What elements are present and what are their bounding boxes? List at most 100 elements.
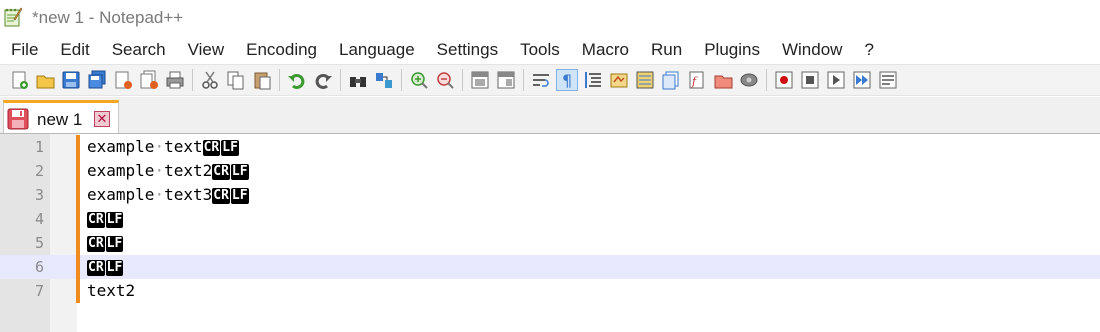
editor-line[interactable]: 1 example·textCR LF xyxy=(0,135,1100,159)
new-file-button[interactable] xyxy=(8,69,30,91)
zoom-in-button[interactable] xyxy=(408,69,430,91)
change-history-marker xyxy=(76,231,80,255)
save-macro-icon xyxy=(878,70,898,90)
text-segment: text2 xyxy=(164,161,213,180)
editor-line[interactable]: 2 example·text2CR LF xyxy=(0,159,1100,183)
eol-marker-lf: LF xyxy=(105,260,124,276)
menu-plugins[interactable]: Plugins xyxy=(693,38,771,62)
indent-guide-button[interactable] xyxy=(582,69,604,91)
line-number: 3 xyxy=(34,186,44,204)
editor-line[interactable]: 3 example·text3CR LF xyxy=(0,183,1100,207)
find-button[interactable] xyxy=(347,69,369,91)
line-text[interactable]: example·text2CR LF xyxy=(87,159,250,183)
run-macro-multiple-icon xyxy=(852,70,872,90)
playback-macro-button[interactable] xyxy=(825,69,847,91)
user-language-button[interactable] xyxy=(608,69,630,91)
text-segment: example xyxy=(87,185,155,204)
replace-icon xyxy=(374,70,394,90)
word-wrap-icon xyxy=(531,70,551,90)
new-file-icon xyxy=(9,70,29,90)
save-button[interactable] xyxy=(60,69,82,91)
menu-run[interactable]: Run xyxy=(640,38,693,62)
menu-language[interactable]: Language xyxy=(328,38,426,62)
undo-button[interactable] xyxy=(286,69,308,91)
copy-button[interactable] xyxy=(225,69,247,91)
open-file-button[interactable] xyxy=(34,69,56,91)
sync-vertical-button[interactable] xyxy=(469,69,491,91)
line-text[interactable]: text2 xyxy=(87,279,135,303)
sync-horizontal-button[interactable] xyxy=(495,69,517,91)
line-number: 2 xyxy=(34,162,44,180)
line-text[interactable]: example·text3CR LF xyxy=(87,183,250,207)
toolbar-separator xyxy=(766,69,767,91)
notepadpp-app-icon xyxy=(4,7,22,27)
save-all-button[interactable] xyxy=(86,69,108,91)
document-map-button[interactable] xyxy=(634,69,656,91)
print-button[interactable] xyxy=(164,69,186,91)
line-number: 4 xyxy=(34,210,44,228)
paste-button[interactable] xyxy=(251,69,273,91)
function-list-button[interactable]: f xyxy=(686,69,708,91)
redo-button[interactable] xyxy=(312,69,334,91)
show-all-characters-button[interactable]: ¶ xyxy=(556,69,578,91)
run-macro-multiple-button[interactable] xyxy=(851,69,873,91)
editor-line[interactable]: 6 CR LF xyxy=(0,255,1100,279)
folder-as-workspace-button[interactable] xyxy=(712,69,734,91)
close-button[interactable] xyxy=(112,69,134,91)
tab-bar: new 1 ✕ xyxy=(0,97,1100,134)
close-all-button[interactable] xyxy=(138,69,160,91)
editor-line[interactable]: 5 CR LF xyxy=(0,231,1100,255)
toolbar: ¶ f xyxy=(0,64,1100,96)
menu-help[interactable]: ? xyxy=(853,38,884,62)
editor-line[interactable]: 4 CR LF xyxy=(0,207,1100,231)
eol-marker-cr: CR xyxy=(212,164,230,180)
word-wrap-button[interactable] xyxy=(530,69,552,91)
menu-search[interactable]: Search xyxy=(101,38,177,62)
save-macro-button[interactable] xyxy=(877,69,899,91)
menu-tools[interactable]: Tools xyxy=(509,38,571,62)
tab-new-1[interactable]: new 1 ✕ xyxy=(3,100,119,134)
eol-marker-cr: CR xyxy=(87,236,105,252)
cut-icon xyxy=(200,70,220,90)
close-tab-icon[interactable]: ✕ xyxy=(94,111,110,127)
eol-marker-lf: LF xyxy=(221,140,239,156)
line-text[interactable]: CR LF xyxy=(87,255,124,279)
record-macro-button[interactable] xyxy=(773,69,795,91)
title-bar: *new 1 - Notepad++ xyxy=(0,0,1100,36)
line-text[interactable]: example·textCR LF xyxy=(87,135,240,159)
menu-file[interactable]: File xyxy=(0,38,49,62)
stop-recording-icon xyxy=(800,70,820,90)
menu-encoding[interactable]: Encoding xyxy=(235,38,328,62)
menu-view[interactable]: View xyxy=(177,38,236,62)
whitespace-marker: · xyxy=(154,185,165,204)
find-icon xyxy=(348,70,368,90)
whitespace-marker: · xyxy=(154,161,165,180)
editor-line[interactable]: 7 text2 xyxy=(0,279,1100,303)
eol-marker-cr: CR xyxy=(212,188,230,204)
menu-window[interactable]: Window xyxy=(771,38,853,62)
replace-button[interactable] xyxy=(373,69,395,91)
menu-settings[interactable]: Settings xyxy=(426,38,509,62)
cut-button[interactable] xyxy=(199,69,221,91)
stop-recording-button[interactable] xyxy=(799,69,821,91)
close-icon xyxy=(113,70,133,90)
menu-macro[interactable]: Macro xyxy=(571,38,640,62)
redo-icon xyxy=(313,70,333,90)
copy-icon xyxy=(226,70,246,90)
open-file-icon xyxy=(35,70,55,90)
folder-as-workspace-icon xyxy=(713,70,733,90)
change-history-marker xyxy=(76,159,80,183)
line-text[interactable]: CR LF xyxy=(87,231,124,255)
eol-marker-lf: LF xyxy=(230,188,249,204)
zoom-out-button[interactable] xyxy=(434,69,456,91)
monitoring-button[interactable] xyxy=(738,69,760,91)
eol-marker-lf: LF xyxy=(105,236,124,252)
line-text[interactable]: CR LF xyxy=(87,207,124,231)
toolbar-separator xyxy=(523,69,524,91)
text-segment: text3 xyxy=(164,185,213,204)
editor[interactable]: 1 example·textCR LF 2 example·text2CR LF 3 exam… xyxy=(0,134,1100,332)
record-macro-icon xyxy=(774,70,794,90)
document-list-button[interactable] xyxy=(660,69,682,91)
show-all-characters-icon: ¶ xyxy=(557,70,577,90)
menu-edit[interactable]: Edit xyxy=(49,38,100,62)
